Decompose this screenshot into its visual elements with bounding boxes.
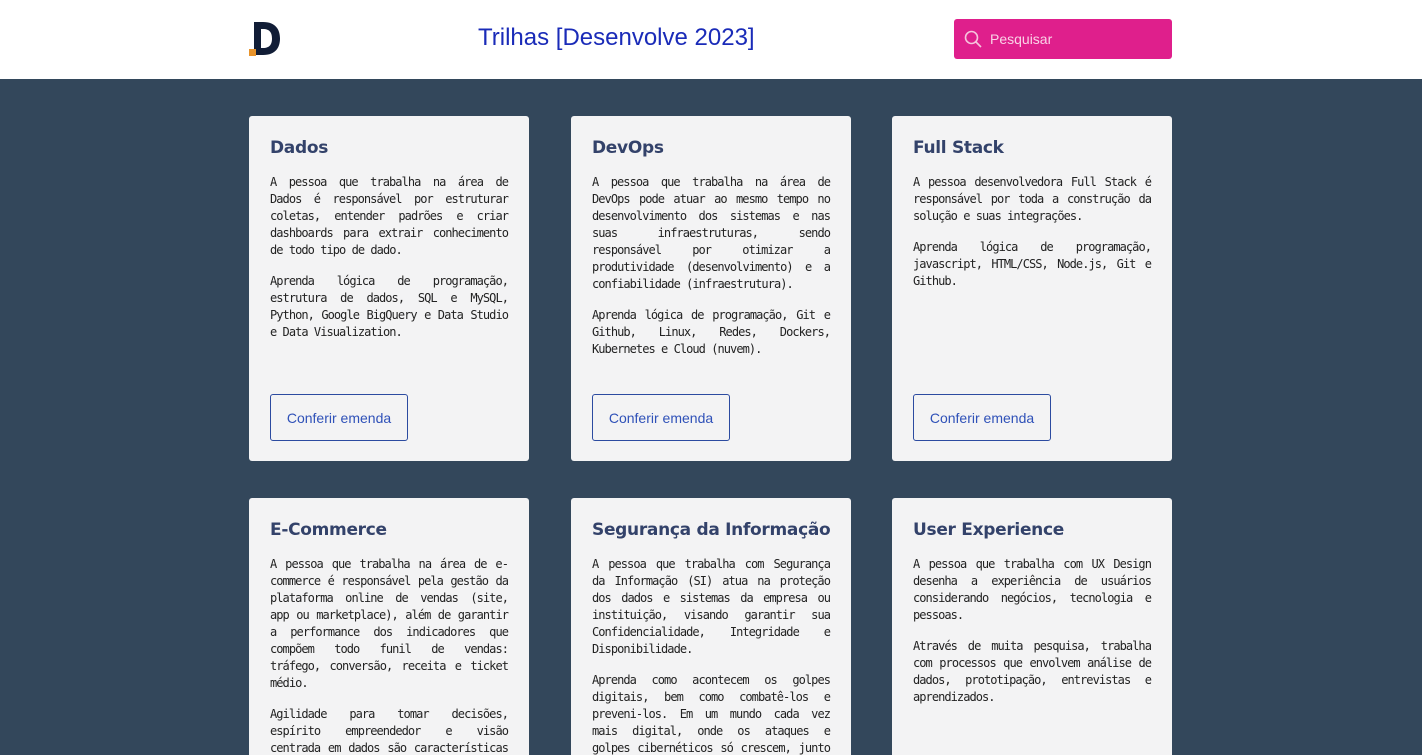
track-card-devops: DevOps A pessoa que trabalha na área de … xyxy=(571,116,851,461)
card-title: Full Stack xyxy=(913,138,1004,158)
card-description: A pessoa que trabalha na área de Dados é… xyxy=(270,175,509,257)
page-title: Trilhas [Desenvolve 2023] xyxy=(478,24,755,51)
card-description: A pessoa que trabalha com Segurança da I… xyxy=(592,557,831,656)
track-card-e-commerce: E-Commerce A pessoa que trabalha na área… xyxy=(249,498,529,755)
card-description: A pessoa que trabalha com UX Design dese… xyxy=(913,557,1152,622)
track-card-user-experience: User Experience A pessoa que trabalha co… xyxy=(892,498,1172,755)
card-topics: Aprenda lógica de programação, javascrip… xyxy=(913,240,1152,288)
search-box[interactable] xyxy=(954,19,1172,59)
logo-icon[interactable] xyxy=(249,20,283,58)
card-topics: Aprenda lógica de programação, estrutura… xyxy=(270,274,509,339)
top-header: Trilhas [Desenvolve 2023] xyxy=(0,0,1422,79)
card-title: E-Commerce xyxy=(270,520,387,540)
card-title: User Experience xyxy=(913,520,1064,540)
card-topics: Através de muita pesquisa, trabalha com … xyxy=(913,639,1152,704)
card-title: Segurança da Informação xyxy=(592,520,831,540)
card-topics: Aprenda como acontecem os golpes digitai… xyxy=(592,673,831,755)
conferir-emenda-button[interactable]: Conferir emenda xyxy=(270,394,408,441)
card-title: Dados xyxy=(270,138,329,158)
card-title: DevOps xyxy=(592,138,664,158)
search-input[interactable] xyxy=(990,19,1166,59)
track-card-dados: Dados A pessoa que trabalha na área de D… xyxy=(249,116,529,461)
conferir-emenda-button[interactable]: Conferir emenda xyxy=(913,394,1051,441)
track-card-seguranca-da-informacao: Segurança da Informação A pessoa que tra… xyxy=(571,498,851,755)
card-description: A pessoa desenvolvedora Full Stack é res… xyxy=(913,175,1152,223)
card-topics: Agilidade para tomar decisões, espírito … xyxy=(270,707,509,755)
card-topics: Aprenda lógica de programação, Git e Git… xyxy=(592,308,831,356)
card-description: A pessoa que trabalha na área de DevOps … xyxy=(592,175,831,291)
track-card-full-stack: Full Stack A pessoa desenvolvedora Full … xyxy=(892,116,1172,461)
card-description: A pessoa que trabalha na área de e-comme… xyxy=(270,557,509,690)
conferir-emenda-button[interactable]: Conferir emenda xyxy=(592,394,730,441)
search-icon[interactable] xyxy=(964,30,982,48)
